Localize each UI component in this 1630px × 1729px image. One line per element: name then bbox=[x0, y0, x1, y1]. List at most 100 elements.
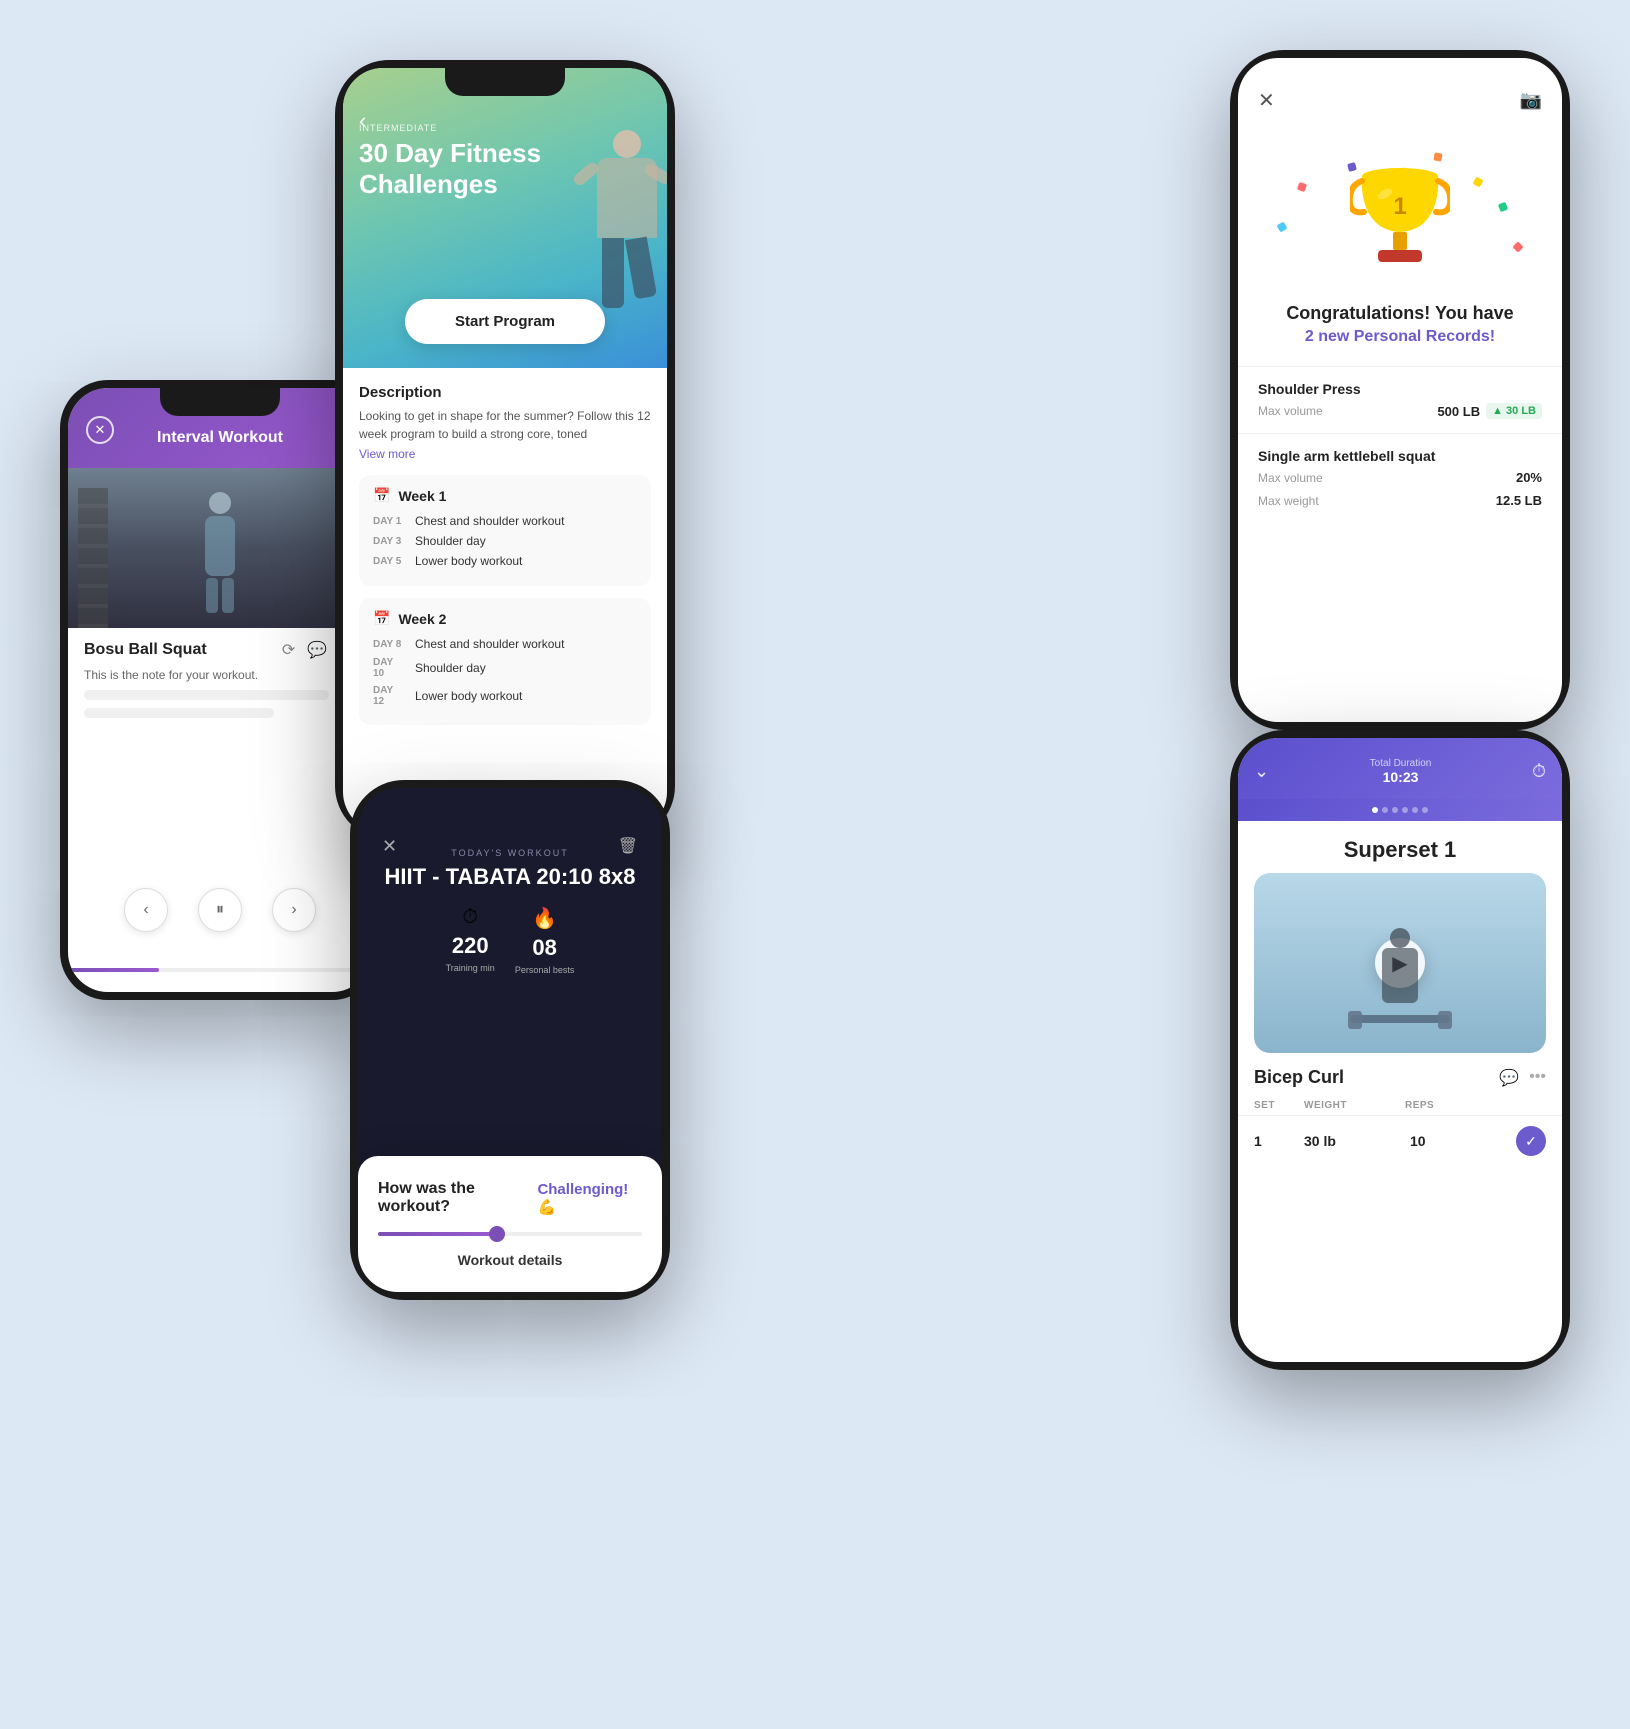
set-number: 1 bbox=[1254, 1133, 1304, 1149]
close-button[interactable]: ✕ bbox=[86, 416, 114, 444]
p1-athlete-figure bbox=[205, 492, 235, 613]
day-name-12: Lower body workout bbox=[415, 689, 522, 703]
phone-superset: ⌄ Total Duration 10:23 ⏱ Superset 1 bbox=[1230, 730, 1570, 1370]
phone1-notch bbox=[160, 388, 280, 416]
p4-header: ✕ 🗑 TODAY'S WORKOUT HIIT - TABATA 20:10 … bbox=[358, 788, 662, 1007]
p3-topbar: ✕ 📷 bbox=[1238, 58, 1562, 123]
dot-5 bbox=[1412, 807, 1418, 813]
p1-progress-bar bbox=[68, 968, 372, 972]
record-2-row-2: Max weight 12.5 LB bbox=[1258, 493, 1542, 508]
th-reps: REPS bbox=[1405, 1100, 1506, 1111]
congrats-sub: 2 new Personal Records! bbox=[1238, 328, 1562, 346]
record-1-value: 500 LB bbox=[1437, 404, 1480, 419]
more-icon[interactable]: ••• bbox=[1529, 1068, 1546, 1088]
stat-training-label: Training min bbox=[446, 963, 495, 973]
description-text: Looking to get in shape for the summer? … bbox=[359, 407, 651, 443]
record-shoulder-press: Shoulder Press Max volume 500 LB ▲ 30 LB bbox=[1238, 366, 1562, 433]
p5-header: ⌄ Total Duration 10:23 ⏱ bbox=[1238, 738, 1562, 799]
start-program-button[interactable]: Start Program bbox=[405, 299, 605, 344]
p1-note-lines bbox=[84, 690, 356, 718]
stat-bests-label: Personal bests bbox=[515, 965, 575, 975]
close-button[interactable]: ✕ bbox=[382, 836, 397, 857]
record-kettlebell-squat: Single arm kettlebell squat Max volume 2… bbox=[1238, 433, 1562, 522]
confetti-1 bbox=[1297, 182, 1307, 192]
exercise-figure bbox=[1340, 903, 1460, 1053]
rating-question: How was the workout? bbox=[378, 1180, 537, 1216]
confetti-5 bbox=[1433, 152, 1442, 161]
p3-trophy-area: 1 bbox=[1238, 123, 1562, 303]
pause-button[interactable]: ⏸ bbox=[198, 888, 242, 932]
dot-1 bbox=[1372, 807, 1378, 813]
p1-title: Interval Workout bbox=[157, 429, 283, 447]
p4-stats: ⏱ 220 Training min 🔥 08 Personal bests bbox=[374, 906, 646, 991]
phone2-screen: ‹ INTERMEDIATE 30 Day FitnessChallenges bbox=[343, 68, 667, 832]
record-2-label-2: Max weight bbox=[1258, 494, 1319, 508]
phone-interval-workout: ✕ Interval Workout Bosu Ball Squat bbox=[60, 380, 380, 1000]
phone4-screen: ✕ 🗑 TODAY'S WORKOUT HIIT - TABATA 20:10 … bbox=[358, 788, 662, 1292]
p1-exercise-info: Bosu Ball Squat ⟳ 💬 ••• bbox=[68, 628, 372, 668]
prev-button[interactable]: ‹ bbox=[124, 888, 168, 932]
workout-details-label[interactable]: Workout details bbox=[378, 1252, 642, 1268]
day-name-10: Shoulder day bbox=[415, 661, 486, 675]
slider-thumb bbox=[489, 1226, 505, 1242]
phone-fitness-program: ‹ INTERMEDIATE 30 Day FitnessChallenges bbox=[335, 60, 675, 840]
p1-video bbox=[68, 468, 372, 628]
stat-bests-value: 08 bbox=[532, 935, 556, 961]
confetti-3 bbox=[1473, 177, 1484, 188]
rating-slider[interactable] bbox=[378, 1232, 642, 1236]
record-1-row: Max volume 500 LB ▲ 30 LB bbox=[1258, 403, 1542, 419]
confetti-8 bbox=[1397, 167, 1406, 176]
stat-personal-bests: 🔥 08 Personal bests bbox=[515, 906, 575, 975]
day-name-8: Chest and shoulder workout bbox=[415, 637, 564, 651]
phone1-screen: ✕ Interval Workout Bosu Ball Squat bbox=[68, 388, 372, 992]
record-2-value-1: 20% bbox=[1516, 470, 1542, 485]
chevron-down-icon[interactable]: ⌄ bbox=[1254, 761, 1269, 782]
week-2-label: Week 2 bbox=[398, 611, 446, 627]
p1-playback-controls: ‹ ⏸ › bbox=[68, 868, 372, 952]
today-label: TODAY'S WORKOUT bbox=[374, 828, 646, 858]
view-more-link[interactable]: View more bbox=[359, 447, 651, 461]
set-reps: 10 bbox=[1410, 1133, 1516, 1149]
comment-icon[interactable]: 💬 bbox=[307, 640, 327, 660]
close-button[interactable]: ✕ bbox=[1258, 88, 1275, 113]
day-name-3: Shoulder day bbox=[415, 534, 486, 548]
stat-training-min: ⏱ 220 Training min bbox=[446, 906, 495, 975]
p1-progress-fill bbox=[68, 968, 159, 972]
week-1-header: 📅 Week 1 bbox=[373, 487, 637, 504]
p5-exercise-video[interactable]: ▶ bbox=[1254, 873, 1546, 1053]
day-label-10: DAY 10 bbox=[373, 657, 405, 679]
rating-answer: Challenging! 💪 bbox=[537, 1181, 642, 1216]
timer-icon: ⏱ bbox=[462, 906, 478, 929]
week-2-card: 📅 Week 2 DAY 8 Chest and shoulder workou… bbox=[359, 598, 651, 725]
day-row-12: DAY 12 Lower body workout bbox=[373, 685, 637, 707]
record-2-row-1: Max volume 20% bbox=[1258, 470, 1542, 485]
phone2-notch bbox=[445, 68, 565, 96]
phone3-screen: ✕ 📷 bbox=[1238, 58, 1562, 722]
week-1-label: Week 1 bbox=[398, 488, 446, 504]
set-done-check[interactable]: ✓ bbox=[1516, 1126, 1546, 1156]
trash-button[interactable]: 🗑 bbox=[618, 836, 638, 856]
difficulty-badge: INTERMEDIATE bbox=[359, 123, 437, 133]
day-label-3: DAY 3 bbox=[373, 536, 405, 547]
day-label-8: DAY 8 bbox=[373, 639, 405, 650]
superset-title: Superset 1 bbox=[1238, 821, 1562, 873]
day-row-5: DAY 5 Lower body workout bbox=[373, 554, 637, 568]
rating-row: How was the workout? Challenging! 💪 bbox=[378, 1180, 642, 1216]
camera-icon[interactable]: 📷 bbox=[1520, 90, 1542, 111]
day-row-10: DAY 10 Shoulder day bbox=[373, 657, 637, 679]
p5-table-header: SET WEIGHT REPS bbox=[1238, 1096, 1562, 1116]
phone-congratulations: ✕ 📷 bbox=[1230, 50, 1570, 730]
next-button[interactable]: › bbox=[272, 888, 316, 932]
note-text: This is the note for your workout. bbox=[84, 668, 356, 682]
record-2-value-2: 12.5 LB bbox=[1496, 493, 1542, 508]
p2-athlete-area bbox=[497, 68, 667, 308]
comment-icon[interactable]: 💬 bbox=[1499, 1068, 1519, 1088]
calendar-icon: 📅 bbox=[373, 487, 390, 504]
exercise-name: Bosu Ball Squat bbox=[84, 641, 207, 659]
description-title: Description bbox=[359, 384, 651, 401]
timer-icon[interactable]: ⏱ bbox=[1532, 761, 1546, 782]
p2-athlete-figure bbox=[597, 130, 657, 308]
record-2-label-1: Max volume bbox=[1258, 471, 1323, 485]
history-icon[interactable]: ⟳ bbox=[282, 640, 295, 660]
exercise-name: Bicep Curl bbox=[1254, 1067, 1344, 1088]
